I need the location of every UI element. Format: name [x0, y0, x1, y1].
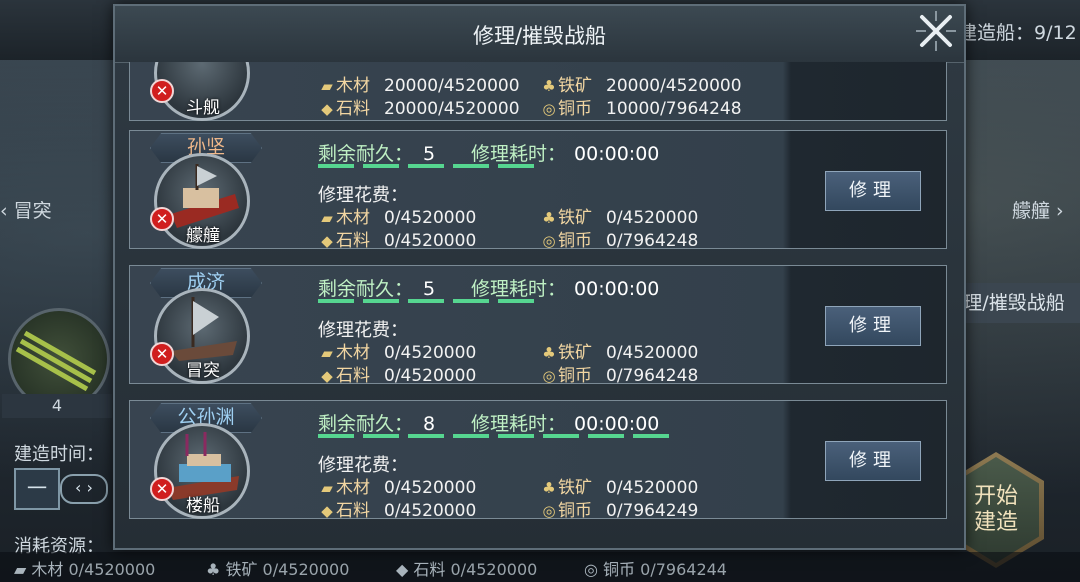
- build-time-label: 建造时间：: [14, 444, 104, 465]
- repair-time-value: 00:00:00: [574, 278, 660, 300]
- iron-icon: ♣: [542, 479, 556, 497]
- durability-row: 剩余耐久： 8 修理耗时： 00:00:00: [318, 413, 660, 435]
- res-wood: ▰ 木材 0/4520000: [318, 473, 476, 498]
- ship-type-label: 冒突: [186, 361, 220, 381]
- durability-row: 剩余耐久： 5 修理耗时： 00:00:00: [318, 143, 660, 165]
- durability-value: 5: [423, 143, 436, 165]
- wood-icon: ▰: [321, 209, 333, 227]
- repair-time-value: 00:00:00: [574, 143, 660, 165]
- ship-list[interactable]: ✕ 斗舰 ▰ 木材 20000/4520000 ♣ 铁矿 20000/4520000 ◆…: [129, 62, 949, 532]
- durability-segment: [453, 164, 489, 168]
- durability-value: 5: [423, 278, 436, 300]
- copper-icon: ◎: [542, 100, 556, 118]
- durability-segment: [498, 299, 534, 303]
- res-copper: ◎ 铜币 0/7964249: [540, 496, 698, 521]
- durability-segment: [543, 434, 579, 438]
- res-stone: ◆ 石料 20000/4520000: [318, 94, 519, 119]
- res-stone: ◆ 石料 0/4520000: [318, 361, 476, 386]
- durability-segment: [318, 164, 354, 168]
- repair-time-value: 00:00:00: [574, 413, 660, 435]
- ship-count-label: 建造船：9/12: [958, 22, 1077, 44]
- repair-button[interactable]: 修理: [825, 306, 921, 346]
- ship-card-partial: ✕ 斗舰 ▰ 木材 20000/4520000 ♣ 铁矿 20000/4520000 ◆…: [129, 62, 947, 121]
- copper-icon: ◎: [542, 232, 556, 250]
- repair-button[interactable]: 修理: [825, 171, 921, 211]
- durability-segment: [408, 434, 444, 438]
- res-iron: ♣ 铁矿 20000/4520000: [540, 71, 741, 96]
- ship-type-label: 楼船: [186, 496, 220, 516]
- res-wood: ▰ 木材 0/4520000: [318, 203, 476, 228]
- durability-segment: [318, 434, 354, 438]
- time-adjust-arrows[interactable]: ‹ ›: [60, 474, 108, 504]
- res-iron: ♣ 铁矿 0/4520000: [540, 338, 698, 363]
- res-iron: ♣ 铁矿 0/4520000: [540, 203, 698, 228]
- raft-icon: [15, 330, 97, 392]
- stone-icon: ◆: [321, 502, 333, 520]
- wood-icon: ▰: [321, 344, 333, 362]
- wood-icon: ▰: [321, 479, 333, 497]
- durability-segment: [633, 434, 669, 438]
- repair-button[interactable]: 修理: [825, 441, 921, 481]
- close-icon[interactable]: [912, 7, 960, 55]
- res-wood: ▰ 木材 0/4520000: [318, 338, 476, 363]
- right-ship-selector[interactable]: 艨艟 ›: [1012, 196, 1064, 223]
- bottom-res-iron: ♣ 铁矿 0/4520000: [206, 560, 350, 579]
- res-copper: ◎ 铜币 0/7964248: [540, 226, 698, 251]
- ship-card: 成济 ✕ 冒突 剩余耐久： 5 修理耗时： 00:00:00 修理花费： ▰ 木材 0/4…: [129, 265, 947, 386]
- copper-icon: ◎: [542, 367, 556, 385]
- stone-icon: ◆: [321, 100, 333, 118]
- iron-icon: ♣: [542, 77, 556, 95]
- stone-icon: ◆: [321, 367, 333, 385]
- durability-segment: [588, 434, 624, 438]
- res-iron: ♣ 铁矿 0/4520000: [540, 473, 698, 498]
- copper-icon: ◎: [542, 502, 556, 520]
- bottom-resource-bar: [0, 552, 1080, 582]
- durability-segment: [318, 299, 354, 303]
- left-ship-selector[interactable]: ‹ 冒突: [0, 196, 52, 223]
- res-copper: ◎ 铜币 0/7964248: [540, 361, 698, 386]
- bottom-res-stone: ◆ 石料 0/4520000: [396, 560, 538, 579]
- dialog-title: 修理/摧毁战船: [472, 24, 607, 48]
- durability-segment: [498, 164, 534, 168]
- durability-segment: [453, 299, 489, 303]
- ship-type-label: 斗舰: [186, 98, 220, 118]
- left-ship-label: 冒突: [13, 200, 52, 222]
- durability-segment: [408, 164, 444, 168]
- stone-icon: ◆: [321, 232, 333, 250]
- res-stone: ◆ 石料 0/4520000: [318, 226, 476, 251]
- ship-card: 公孙渊 ✕ 楼船 剩余耐久： 8 修理耗时： 00:00:00 修理花费： ▰ 木材 0/…: [129, 400, 947, 521]
- ship-count: 4: [2, 394, 112, 418]
- res-stone: ◆ 石料 0/4520000: [318, 496, 476, 521]
- dialog-header: 修理/摧毁战船: [115, 6, 964, 63]
- bottom-res-copper: ◎ 铜币 0/7964244: [584, 560, 727, 579]
- iron-icon: ♣: [542, 344, 556, 362]
- durability-row: 剩余耐久： 5 修理耗时： 00:00:00: [318, 278, 660, 300]
- build-time-value[interactable]: 一: [14, 468, 60, 510]
- res-wood: ▰ 木材 20000/4520000: [318, 71, 519, 96]
- durability-segment: [453, 434, 489, 438]
- durability-segment: [363, 299, 399, 303]
- ship-card: 孙坚 ✕ 艨艟 剩余耐久： 5 修理耗时： 00:00:00 修理花费： ▰ 木材 0/4…: [129, 130, 947, 251]
- right-ship-label: 艨艟: [1012, 200, 1051, 222]
- durability-segment: [363, 164, 399, 168]
- durability-segment: [363, 434, 399, 438]
- bottom-res-wood: ▰ 木材 0/4520000: [14, 560, 156, 579]
- durability-value: 8: [423, 413, 436, 435]
- res-copper: ◎ 铜币 10000/7964248: [540, 94, 741, 119]
- wood-icon: ▰: [321, 77, 333, 95]
- repair-destroy-button[interactable]: 理/摧毁战船: [948, 283, 1080, 323]
- iron-icon: ♣: [542, 209, 556, 227]
- repair-destroy-dialog: 修理/摧毁战船 ✕ 斗舰 ▰ 木材 20000/4520000 ♣ 铁矿 20000/4…: [113, 4, 966, 550]
- ship-type-label: 艨艟: [186, 226, 220, 246]
- durability-segment: [498, 434, 534, 438]
- durability-segment: [408, 299, 444, 303]
